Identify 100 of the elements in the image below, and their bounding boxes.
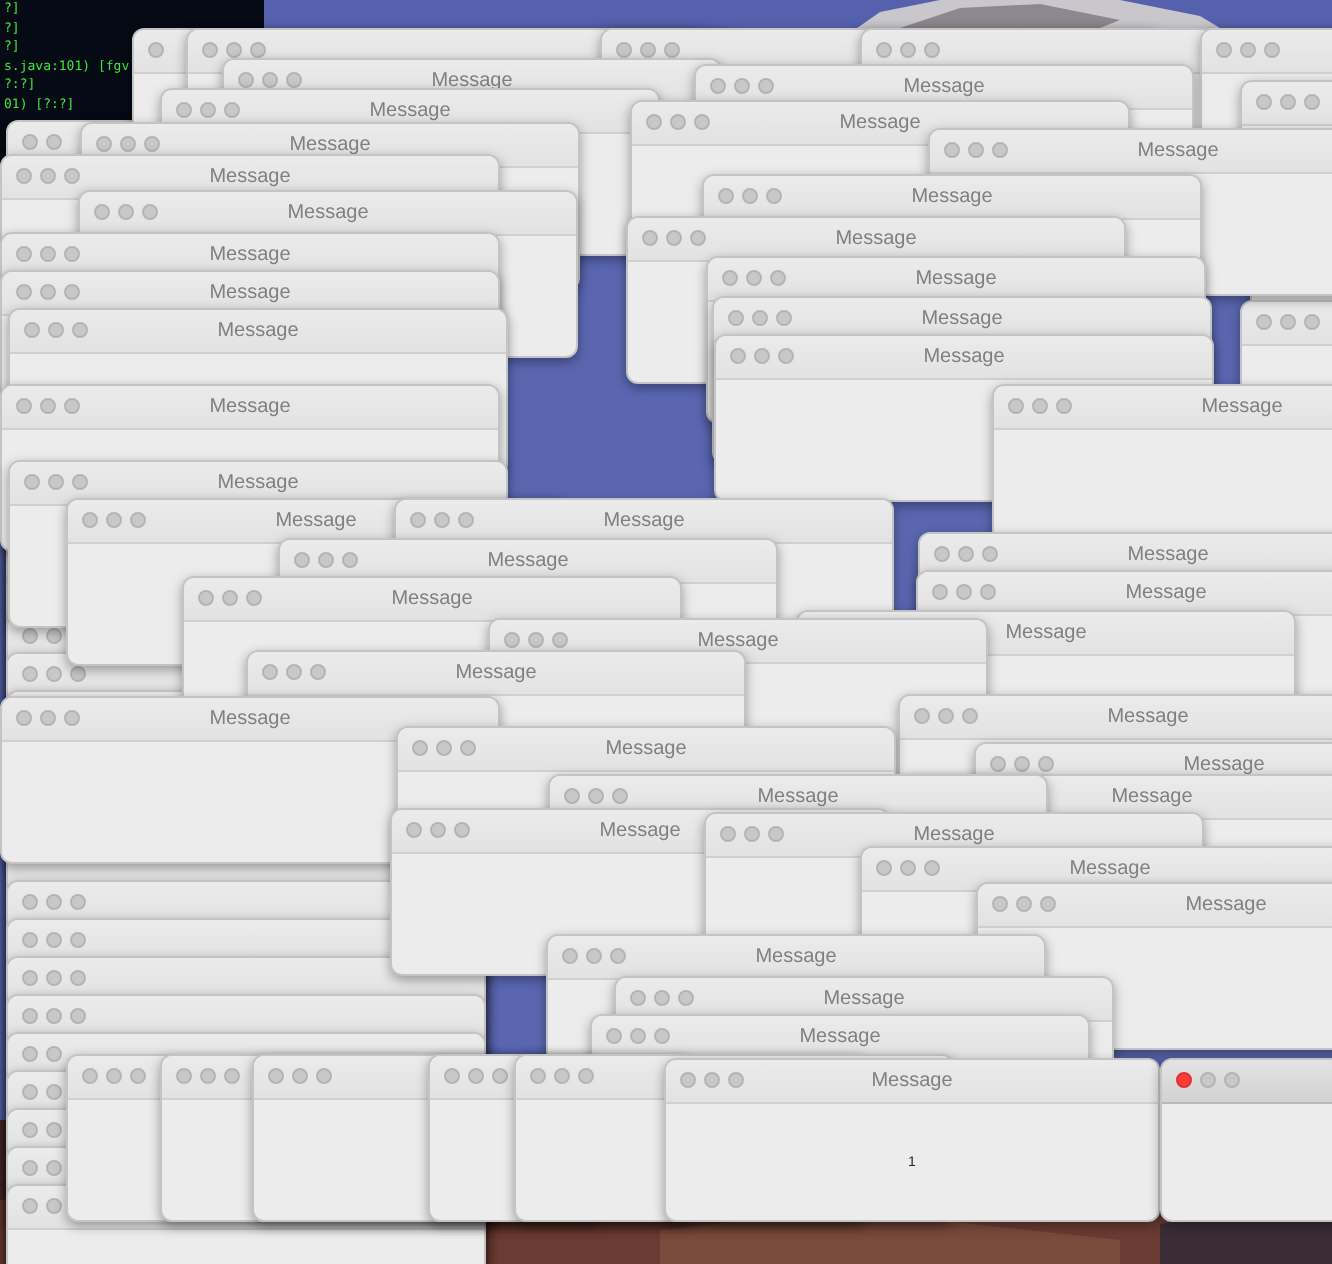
- close-button[interactable]: [720, 826, 736, 842]
- close-button[interactable]: [530, 1068, 546, 1084]
- zoom-button[interactable]: [694, 114, 710, 130]
- close-button[interactable]: [630, 990, 646, 1006]
- minimize-button[interactable]: [40, 398, 56, 414]
- zoom-button[interactable]: [70, 894, 86, 910]
- close-button[interactable]: [22, 134, 38, 150]
- close-button[interactable]: [606, 1028, 622, 1044]
- zoom-button[interactable]: [130, 512, 146, 528]
- zoom-button[interactable]: [250, 42, 266, 58]
- close-button[interactable]: [718, 188, 734, 204]
- minimize-button[interactable]: [938, 708, 954, 724]
- minimize-button[interactable]: [630, 1028, 646, 1044]
- minimize-button[interactable]: [222, 590, 238, 606]
- minimize-button[interactable]: [742, 188, 758, 204]
- zoom-button[interactable]: [1304, 314, 1320, 330]
- zoom-button[interactable]: [770, 270, 786, 286]
- minimize-button[interactable]: [434, 512, 450, 528]
- minimize-button[interactable]: [48, 474, 64, 490]
- close-button[interactable]: [1176, 1072, 1192, 1088]
- close-button[interactable]: [202, 42, 218, 58]
- close-button[interactable]: [22, 932, 38, 948]
- minimize-button[interactable]: [46, 1084, 62, 1100]
- zoom-button[interactable]: [552, 632, 568, 648]
- zoom-button[interactable]: [924, 42, 940, 58]
- close-button[interactable]: [16, 168, 32, 184]
- zoom-button[interactable]: [72, 474, 88, 490]
- close-button[interactable]: [562, 948, 578, 964]
- minimize-button[interactable]: [588, 788, 604, 804]
- minimize-button[interactable]: [754, 348, 770, 364]
- zoom-button[interactable]: [758, 78, 774, 94]
- close-button[interactable]: [22, 1122, 38, 1138]
- close-button[interactable]: [914, 708, 930, 724]
- minimize-button[interactable]: [958, 546, 974, 562]
- close-button[interactable]: [680, 1072, 696, 1088]
- zoom-button[interactable]: [142, 204, 158, 220]
- close-button[interactable]: [16, 710, 32, 726]
- minimize-button[interactable]: [46, 894, 62, 910]
- close-button[interactable]: [238, 72, 254, 88]
- close-button[interactable]: [934, 546, 950, 562]
- close-button[interactable]: [410, 512, 426, 528]
- minimize-button[interactable]: [292, 1068, 308, 1084]
- minimize-button[interactable]: [262, 72, 278, 88]
- zoom-button[interactable]: [64, 398, 80, 414]
- close-button[interactable]: [294, 552, 310, 568]
- zoom-button[interactable]: [460, 740, 476, 756]
- minimize-button[interactable]: [654, 990, 670, 1006]
- close-button[interactable]: [198, 590, 214, 606]
- close-button[interactable]: [22, 894, 38, 910]
- close-button[interactable]: [932, 584, 948, 600]
- minimize-button[interactable]: [40, 284, 56, 300]
- zoom-button[interactable]: [1224, 1072, 1240, 1088]
- zoom-button[interactable]: [1056, 398, 1072, 414]
- zoom-button[interactable]: [924, 860, 940, 876]
- minimize-button[interactable]: [46, 1198, 62, 1214]
- zoom-button[interactable]: [144, 136, 160, 152]
- minimize-button[interactable]: [318, 552, 334, 568]
- zoom-button[interactable]: [316, 1068, 332, 1084]
- close-button[interactable]: [24, 322, 40, 338]
- zoom-button[interactable]: [992, 142, 1008, 158]
- zoom-button[interactable]: [612, 788, 628, 804]
- minimize-button[interactable]: [46, 1122, 62, 1138]
- zoom-button[interactable]: [768, 826, 784, 842]
- minimize-button[interactable]: [528, 632, 544, 648]
- close-button[interactable]: [564, 788, 580, 804]
- zoom-button[interactable]: [610, 948, 626, 964]
- minimize-button[interactable]: [46, 932, 62, 948]
- minimize-button[interactable]: [734, 78, 750, 94]
- close-button[interactable]: [876, 42, 892, 58]
- minimize-button[interactable]: [746, 270, 762, 286]
- zoom-button[interactable]: [654, 1028, 670, 1044]
- zoom-button[interactable]: [310, 664, 326, 680]
- zoom-button[interactable]: [454, 822, 470, 838]
- zoom-button[interactable]: [70, 666, 86, 682]
- close-button[interactable]: [616, 42, 632, 58]
- minimize-button[interactable]: [1200, 1072, 1216, 1088]
- minimize-button[interactable]: [1032, 398, 1048, 414]
- zoom-button[interactable]: [1038, 756, 1054, 772]
- minimize-button[interactable]: [106, 512, 122, 528]
- close-button[interactable]: [642, 230, 658, 246]
- minimize-button[interactable]: [1280, 314, 1296, 330]
- close-button[interactable]: [176, 1068, 192, 1084]
- minimize-button[interactable]: [40, 168, 56, 184]
- minimize-button[interactable]: [586, 948, 602, 964]
- close-button[interactable]: [22, 1008, 38, 1024]
- minimize-button[interactable]: [704, 1072, 720, 1088]
- zoom-button[interactable]: [64, 710, 80, 726]
- minimize-button[interactable]: [40, 710, 56, 726]
- minimize-button[interactable]: [1016, 896, 1032, 912]
- zoom-button[interactable]: [678, 990, 694, 1006]
- minimize-button[interactable]: [46, 970, 62, 986]
- close-button[interactable]: [444, 1068, 460, 1084]
- close-button[interactable]: [990, 756, 1006, 772]
- zoom-button[interactable]: [342, 552, 358, 568]
- close-button[interactable]: [710, 78, 726, 94]
- minimize-button[interactable]: [118, 204, 134, 220]
- zoom-button[interactable]: [766, 188, 782, 204]
- close-button[interactable]: [992, 896, 1008, 912]
- zoom-button[interactable]: [1040, 896, 1056, 912]
- minimize-button[interactable]: [554, 1068, 570, 1084]
